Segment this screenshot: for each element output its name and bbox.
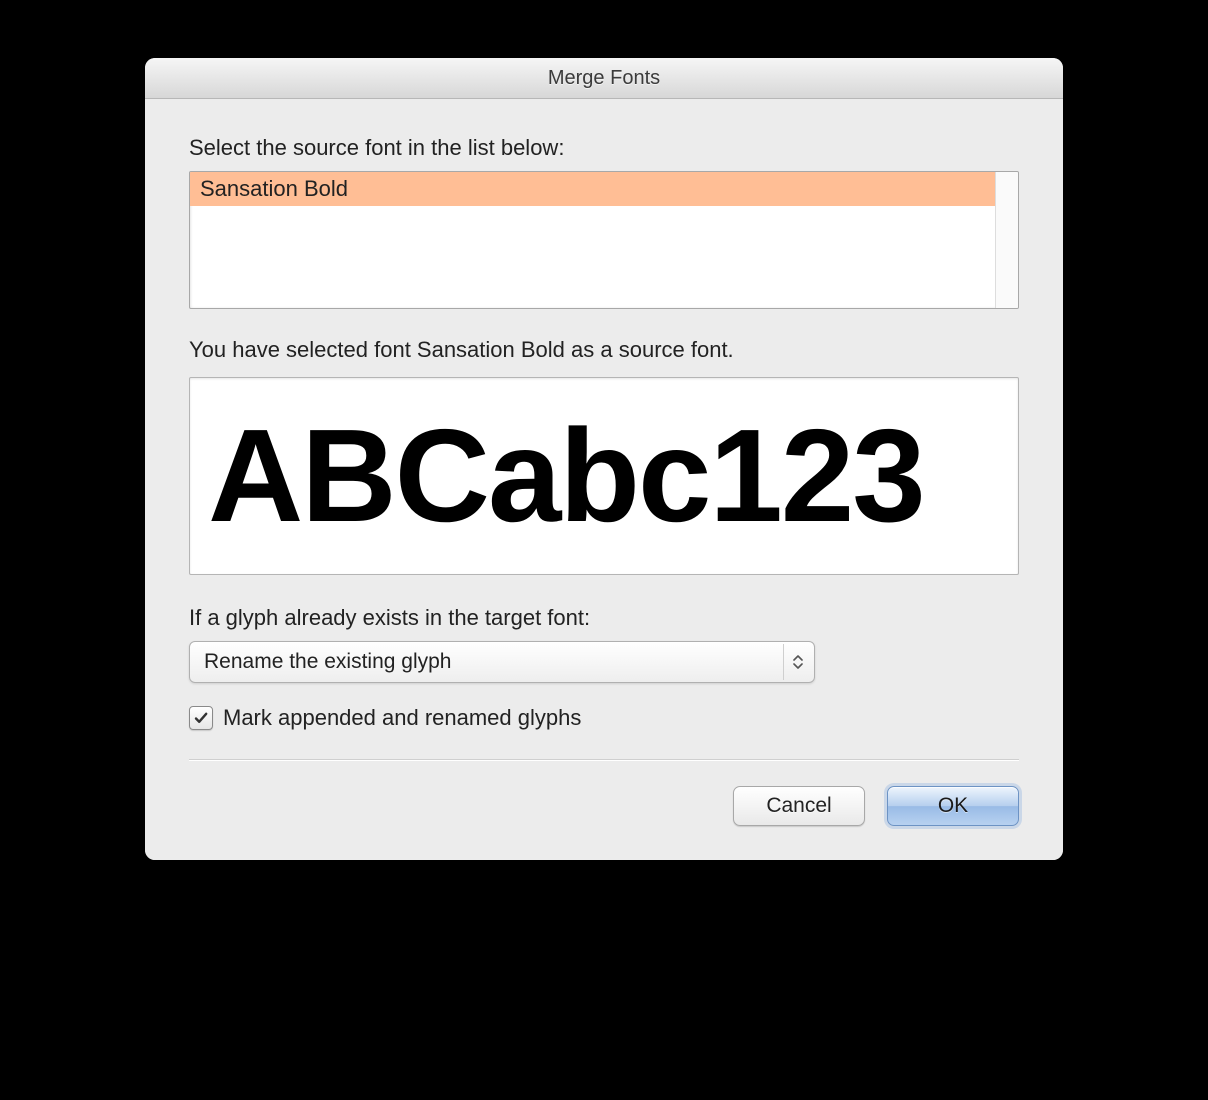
font-preview-box: ABCabc123 <box>189 377 1019 575</box>
listbox-scrollbar[interactable] <box>995 172 1018 308</box>
glyph-action-select[interactable]: Rename the existing glyph <box>189 641 815 683</box>
source-font-listbox[interactable]: Sansation Bold <box>189 171 1019 309</box>
list-item[interactable]: Sansation Bold <box>190 172 996 206</box>
cancel-button-label: Cancel <box>766 794 831 818</box>
merge-fonts-dialog: Merge Fonts Select the source font in th… <box>145 58 1063 860</box>
selected-font-status: You have selected font Sansation Bold as… <box>189 337 1019 363</box>
ok-button-label: OK <box>938 794 968 818</box>
mark-glyphs-label: Mark appended and renamed glyphs <box>223 705 581 731</box>
desktop-backdrop: Merge Fonts Select the source font in th… <box>0 0 1208 1100</box>
listbox-items: Sansation Bold <box>190 172 996 308</box>
cancel-button[interactable]: Cancel <box>733 786 865 826</box>
mark-glyphs-checkbox[interactable] <box>189 706 213 730</box>
dialog-button-row: Cancel OK <box>189 786 1019 832</box>
glyph-action-select-wrap: Rename the existing glyph <box>189 641 759 683</box>
window-title: Merge Fonts <box>548 67 660 90</box>
divider <box>189 759 1019 760</box>
checkmark-icon <box>193 710 209 726</box>
list-item-label: Sansation Bold <box>200 176 348 201</box>
window-titlebar: Merge Fonts <box>145 58 1063 99</box>
dialog-content: Select the source font in the list below… <box>145 99 1063 860</box>
mark-glyphs-row: Mark appended and renamed glyphs <box>189 705 1019 731</box>
font-preview-text: ABCabc123 <box>208 410 924 542</box>
ok-button[interactable]: OK <box>887 786 1019 826</box>
select-source-label: Select the source font in the list below… <box>189 135 1019 161</box>
select-value: Rename the existing glyph <box>204 650 451 674</box>
updown-arrows-icon <box>783 644 812 680</box>
glyph-exists-label: If a glyph already exists in the target … <box>189 605 1019 631</box>
